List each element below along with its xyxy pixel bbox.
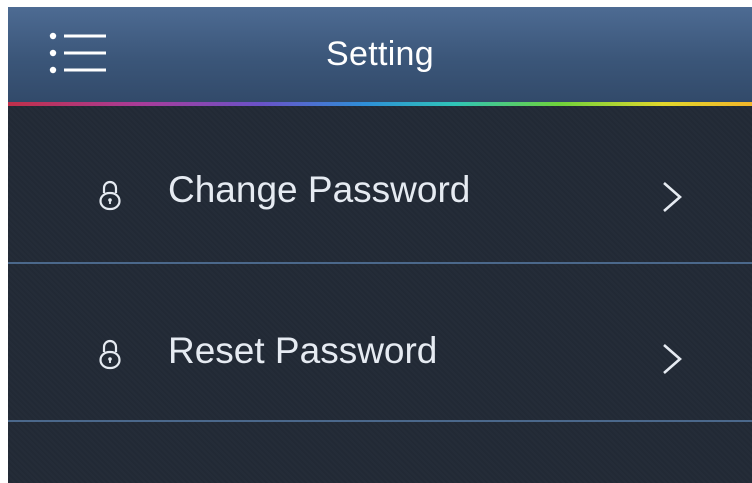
divider — [8, 262, 752, 264]
divider — [8, 420, 752, 422]
page-title: Setting — [326, 35, 434, 73]
settings-screen: Setting Change Password Reset Password — [8, 7, 752, 483]
reset-password-label: Reset Password — [168, 330, 438, 371]
header-bar: Setting — [8, 7, 752, 102]
lock-icon — [99, 339, 121, 370]
lock-icon — [99, 180, 121, 211]
reset-password-item[interactable]: Reset Password — [8, 266, 752, 422]
change-password-label: Change Password — [168, 169, 471, 210]
change-password-item[interactable]: Change Password — [8, 107, 752, 263]
chevron-right-icon — [663, 182, 682, 212]
chevron-right-icon — [663, 344, 682, 374]
header-accent-line — [8, 102, 752, 106]
